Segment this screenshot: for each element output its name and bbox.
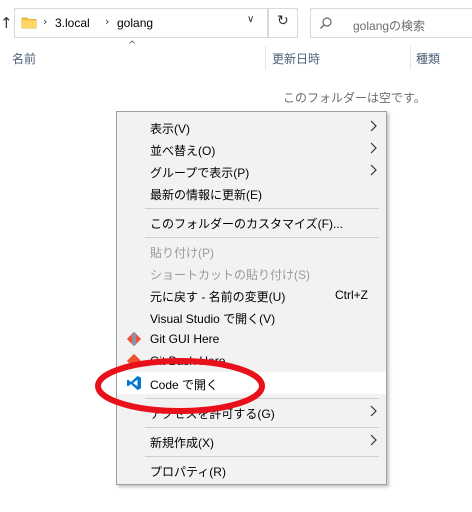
menu-item-git-bash[interactable]: Git Bash Here [117,350,386,372]
chevron-right-icon [370,142,377,154]
chevron-right-icon [370,164,377,176]
refresh-button[interactable]: ↻ [268,8,298,38]
menu-item-properties[interactable]: プロパティ(R) [117,459,386,481]
menu-separator [145,427,379,428]
menu-item-shortcut: Ctrl+Z [335,288,368,302]
menu-item-group[interactable]: グループで表示(P) [117,160,386,182]
search-placeholder: golangの検索 [353,19,426,33]
column-header-modified[interactable]: 更新日時 [272,50,320,67]
breadcrumb-item[interactable]: 3.local [55,16,90,30]
vscode-icon [127,376,141,390]
menu-item-label: 新規作成(X) [150,436,214,450]
menu-item-customize[interactable]: このフォルダーのカスタマイズ(F)... [117,211,386,233]
search-input[interactable]: golangの検索 [310,8,472,38]
menu-item-label: 表示(V) [150,122,190,136]
menu-item-label: ショートカットの貼り付け(S) [150,268,310,282]
menu-item-label: 並べ替え(O) [150,144,216,158]
column-divider[interactable] [410,46,411,70]
chevron-right-icon [370,405,377,417]
chevron-down-icon[interactable]: ∨ [247,14,263,32]
menu-item-label: グループで表示(P) [150,166,250,180]
menu-item-view[interactable]: 表示(V) [117,116,386,138]
menu-item-vs-open[interactable]: Visual Studio で開く(V) [117,306,386,328]
menu-item-paste: 貼り付け(P) [117,240,386,262]
menu-item-new[interactable]: 新規作成(X) [117,430,386,452]
breadcrumb-item[interactable]: golang [117,16,153,30]
menu-item-label: 貼り付け(P) [150,246,214,260]
menu-separator [145,398,379,399]
menu-item-git-gui[interactable]: Git GUI Here [117,328,386,350]
refresh-icon: ↻ [277,13,289,29]
menu-item-label: アクセスを許可する(G) [150,407,275,421]
menu-separator [145,208,379,209]
address-bar[interactable]: › 3.local › golang ∨ [14,8,268,38]
menu-item-access[interactable]: アクセスを許可する(G) [117,401,386,423]
menu-item-undo[interactable]: 元に戻す - 名前の変更(U) Ctrl+Z [117,284,386,306]
chevron-right-icon [370,434,377,446]
menu-item-label: このフォルダーのカスタマイズ(F)... [150,217,343,231]
folder-icon [21,17,37,29]
git-icon [126,353,142,369]
column-divider[interactable] [265,46,266,70]
sort-caret-icon: ^ [128,40,137,51]
address-row: ↑ › 3.local › golang ∨ ↻ golangの検索 [0,0,472,48]
menu-item-label: 元に戻す - 名前の変更(U) [150,290,286,304]
git-icon [126,331,142,347]
menu-item-label: Git Bash Here [150,354,226,368]
context-menu: 表示(V) 並べ替え(O) グループで表示(P) 最新の情報に更新(E) このフ… [116,111,387,485]
menu-separator [145,237,379,238]
menu-item-label: Git GUI Here [150,332,220,346]
column-header-name[interactable]: 名前 [12,50,36,67]
menu-item-code-open[interactable]: Code で開く [117,372,386,394]
menu-item-label: Code で開く [150,378,219,392]
menu-item-refresh[interactable]: 最新の情報に更新(E) [117,182,386,204]
breadcrumb-separator: › [105,15,110,28]
menu-item-sort[interactable]: 並べ替え(O) [117,138,386,160]
breadcrumb-separator: › [43,15,48,28]
chevron-right-icon [370,120,377,132]
menu-item-label: Visual Studio で開く(V) [150,312,276,326]
column-header-type[interactable]: 種類 [416,50,440,67]
empty-folder-message: このフォルダーは空です。 [283,91,426,105]
menu-item-label: 最新の情報に更新(E) [150,188,262,202]
menu-separator [145,456,379,457]
menu-item-label: プロパティ(R) [150,465,226,479]
menu-item-paste-shortcut: ショートカットの貼り付け(S) [117,262,386,284]
search-icon [320,17,332,29]
up-arrow-icon[interactable]: ↑ [0,14,14,32]
